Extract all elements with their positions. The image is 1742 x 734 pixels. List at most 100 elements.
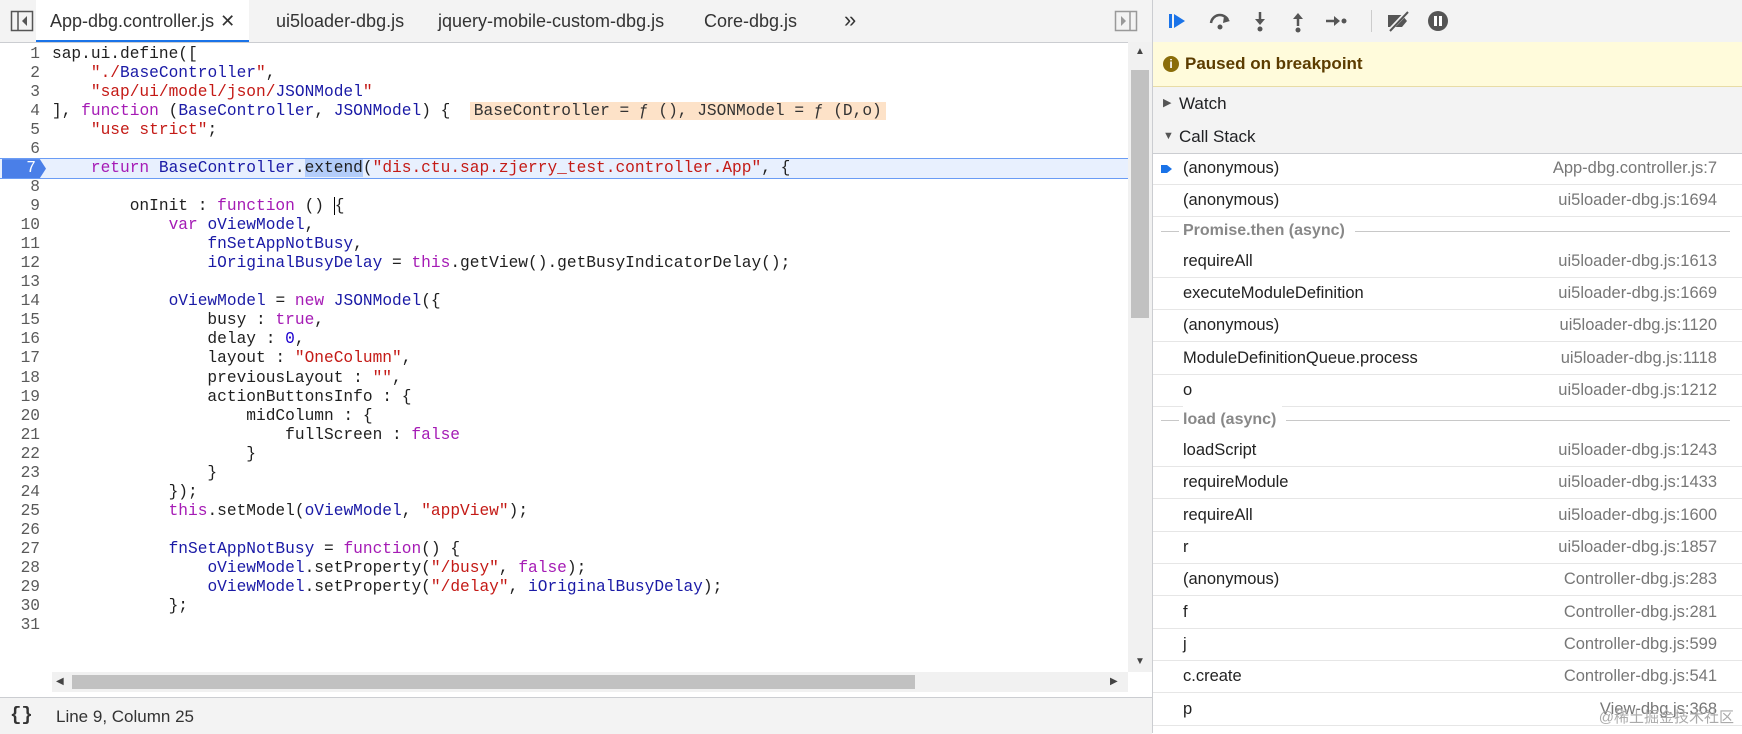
code-line[interactable]: 3 "sap/ui/model/json/JSONModel" xyxy=(0,82,1128,103)
line-number[interactable]: 30 xyxy=(0,596,40,617)
code-line[interactable]: 8 xyxy=(0,177,1128,198)
code-line[interactable]: 11 fnSetAppNotBusy, xyxy=(0,234,1128,255)
line-number[interactable]: 8 xyxy=(0,177,40,198)
scroll-right-icon[interactable]: ▶ xyxy=(1110,676,1118,687)
code-line[interactable]: 19 actionButtonsInfo : { xyxy=(0,387,1128,408)
call-frame[interactable]: c.create Controller-dbg.js:541 xyxy=(1153,660,1742,694)
call-frame[interactable]: (anonymous) ui5loader-dbg.js:1120 xyxy=(1153,309,1742,343)
step-icon[interactable] xyxy=(1321,6,1351,36)
frame-location[interactable]: Controller-dbg.js:281 xyxy=(1564,596,1717,628)
line-number[interactable]: 6 xyxy=(0,139,40,160)
line-number[interactable]: 11 xyxy=(0,234,40,255)
call-frame[interactable]: (anonymous) Controller-dbg.js:283 xyxy=(1153,563,1742,597)
line-number[interactable]: 28 xyxy=(0,558,40,579)
frame-location[interactable]: ui5loader-dbg.js:1120 xyxy=(1560,309,1717,341)
code-line[interactable]: 28 oViewModel.setProperty("/busy", false… xyxy=(0,558,1128,579)
line-number[interactable]: 9 xyxy=(0,196,40,217)
scroll-up-icon[interactable]: ▲ xyxy=(1135,46,1145,57)
code-line[interactable]: 25 this.setModel(oViewModel, "appView"); xyxy=(0,501,1128,522)
code-line[interactable]: 4], function (BaseController, JSONModel)… xyxy=(0,101,1128,122)
line-number[interactable]: 31 xyxy=(0,615,40,636)
code-line[interactable]: 18 previousLayout : "", xyxy=(0,368,1128,389)
frame-location[interactable]: ui5loader-dbg.js:1118 xyxy=(1561,342,1717,374)
code-line[interactable]: 12 iOriginalBusyDelay = this.getView().g… xyxy=(0,253,1128,274)
line-number[interactable]: 29 xyxy=(0,577,40,598)
code-line[interactable]: 23 } xyxy=(0,463,1128,484)
line-number[interactable]: 18 xyxy=(0,368,40,389)
scroll-left-icon[interactable]: ◀ xyxy=(56,676,64,687)
frame-location[interactable]: Controller-dbg.js:283 xyxy=(1564,563,1717,595)
frame-location[interactable]: ui5loader-dbg.js:1600 xyxy=(1558,499,1717,531)
call-frame[interactable]: o ui5loader-dbg.js:1212 xyxy=(1153,374,1742,407)
line-number[interactable]: 22 xyxy=(0,444,40,465)
toggle-debugger-icon[interactable] xyxy=(1114,10,1138,32)
code-line[interactable]: 7 return BaseController.extend("dis.ctu.… xyxy=(0,158,1128,180)
line-number[interactable]: 23 xyxy=(0,463,40,484)
line-number[interactable]: 2 xyxy=(0,63,40,84)
line-number[interactable]: 19 xyxy=(0,387,40,408)
close-tab-icon[interactable]: ✕ xyxy=(220,11,235,31)
frame-location[interactable]: Controller-dbg.js:541 xyxy=(1564,660,1717,692)
call-frame[interactable]: j Controller-dbg.js:599 xyxy=(1153,628,1742,661)
call-frame[interactable]: (anonymous) ui5loader-dbg.js:1694 xyxy=(1153,184,1742,218)
frame-location[interactable]: ui5loader-dbg.js:1212 xyxy=(1558,374,1717,406)
call-frame[interactable]: requireModule ui5loader-dbg.js:1433 xyxy=(1153,466,1742,500)
call-frame[interactable]: requireAll ui5loader-dbg.js:1600 xyxy=(1153,499,1742,532)
code-line[interactable]: 30 }; xyxy=(0,596,1128,617)
call-frame[interactable]: (anonymous) App-dbg.controller.js:7 xyxy=(1153,152,1742,185)
call-frame[interactable]: f Controller-dbg.js:281 xyxy=(1153,596,1742,629)
frame-location[interactable]: ui5loader-dbg.js:1243 xyxy=(1558,434,1717,466)
tab-4[interactable]: Core-dbg.js xyxy=(690,0,811,42)
frame-location[interactable]: ui5loader-dbg.js:1694 xyxy=(1558,184,1717,216)
frame-location[interactable]: ui5loader-dbg.js:1613 xyxy=(1558,245,1717,277)
call-frame[interactable]: r ui5loader-dbg.js:1857 xyxy=(1153,531,1742,564)
code-line[interactable]: 9 onInit : function () { xyxy=(0,196,1128,217)
step-into-icon[interactable] xyxy=(1245,6,1275,36)
code-line[interactable]: 22 } xyxy=(0,444,1128,465)
line-number[interactable]: 27 xyxy=(0,539,40,560)
callstack-section-header[interactable]: ▼ Call Stack xyxy=(1153,120,1742,154)
code-line[interactable]: 1 sap.ui.define([ xyxy=(0,44,1128,65)
line-number[interactable]: 17 xyxy=(0,348,40,369)
scroll-down-icon[interactable]: ▼ xyxy=(1135,656,1145,667)
resume-icon[interactable] xyxy=(1163,6,1193,36)
code-line[interactable]: 6 xyxy=(0,139,1128,160)
vertical-scrollbar[interactable]: ▲ ▼ xyxy=(1128,42,1152,672)
line-number[interactable]: 1 xyxy=(0,44,40,65)
code-line[interactable]: 2 "./BaseController", xyxy=(0,63,1128,84)
frame-location[interactable]: ui5loader-dbg.js:1857 xyxy=(1558,531,1717,563)
line-number[interactable]: 21 xyxy=(0,425,40,446)
code-area[interactable]: 1 sap.ui.define([2 "./BaseController", 3 "… xyxy=(0,42,1128,672)
line-number[interactable]: 15 xyxy=(0,310,40,331)
code-line[interactable]: 14 oViewModel = new JSONModel({ xyxy=(0,291,1128,312)
call-frame[interactable]: requireAll ui5loader-dbg.js:1613 xyxy=(1153,245,1742,278)
step-over-icon[interactable] xyxy=(1205,6,1235,36)
call-frame[interactable]: ModuleDefinitionQueue.process ui5loader-d… xyxy=(1153,342,1742,375)
code-line[interactable]: 5 "use strict"; xyxy=(0,120,1128,141)
toggle-navigator-icon[interactable] xyxy=(10,10,34,32)
frame-location[interactable]: Controller-dbg.js:599 xyxy=(1564,628,1717,660)
code-line[interactable]: 21 fullScreen : false xyxy=(0,425,1128,446)
line-number[interactable]: 14 xyxy=(0,291,40,312)
call-frame[interactable]: loadScript ui5loader-dbg.js:1243 xyxy=(1153,434,1742,468)
line-number[interactable]: 24 xyxy=(0,482,40,503)
code-line[interactable]: 13 xyxy=(0,272,1128,293)
line-number[interactable]: 3 xyxy=(0,82,40,103)
tab-3[interactable]: jquery-mobile-custom-dbg.js xyxy=(424,0,678,42)
line-number[interactable]: 20 xyxy=(0,406,40,427)
line-number[interactable]: 10 xyxy=(0,215,40,236)
step-out-icon[interactable] xyxy=(1283,6,1313,36)
horizontal-scroll-thumb[interactable] xyxy=(72,675,915,689)
line-number[interactable]: 12 xyxy=(0,253,40,274)
line-number[interactable]: 4 xyxy=(0,101,40,122)
horizontal-scrollbar[interactable]: ◀ ▶ xyxy=(52,672,1128,692)
code-line[interactable]: 26 xyxy=(0,520,1128,541)
code-line[interactable]: 31 xyxy=(0,615,1128,636)
code-line[interactable]: 29 oViewModel.setProperty("/delay", iOri… xyxy=(0,577,1128,598)
frame-location[interactable]: App-dbg.controller.js:7 xyxy=(1553,152,1717,184)
code-line[interactable]: 15 busy : true, xyxy=(0,310,1128,331)
breakpoint-marker[interactable]: 7 xyxy=(2,159,46,179)
line-number[interactable]: 5 xyxy=(0,120,40,141)
code-line[interactable]: 20 midColumn : { xyxy=(0,406,1128,427)
line-number[interactable]: 13 xyxy=(0,272,40,293)
